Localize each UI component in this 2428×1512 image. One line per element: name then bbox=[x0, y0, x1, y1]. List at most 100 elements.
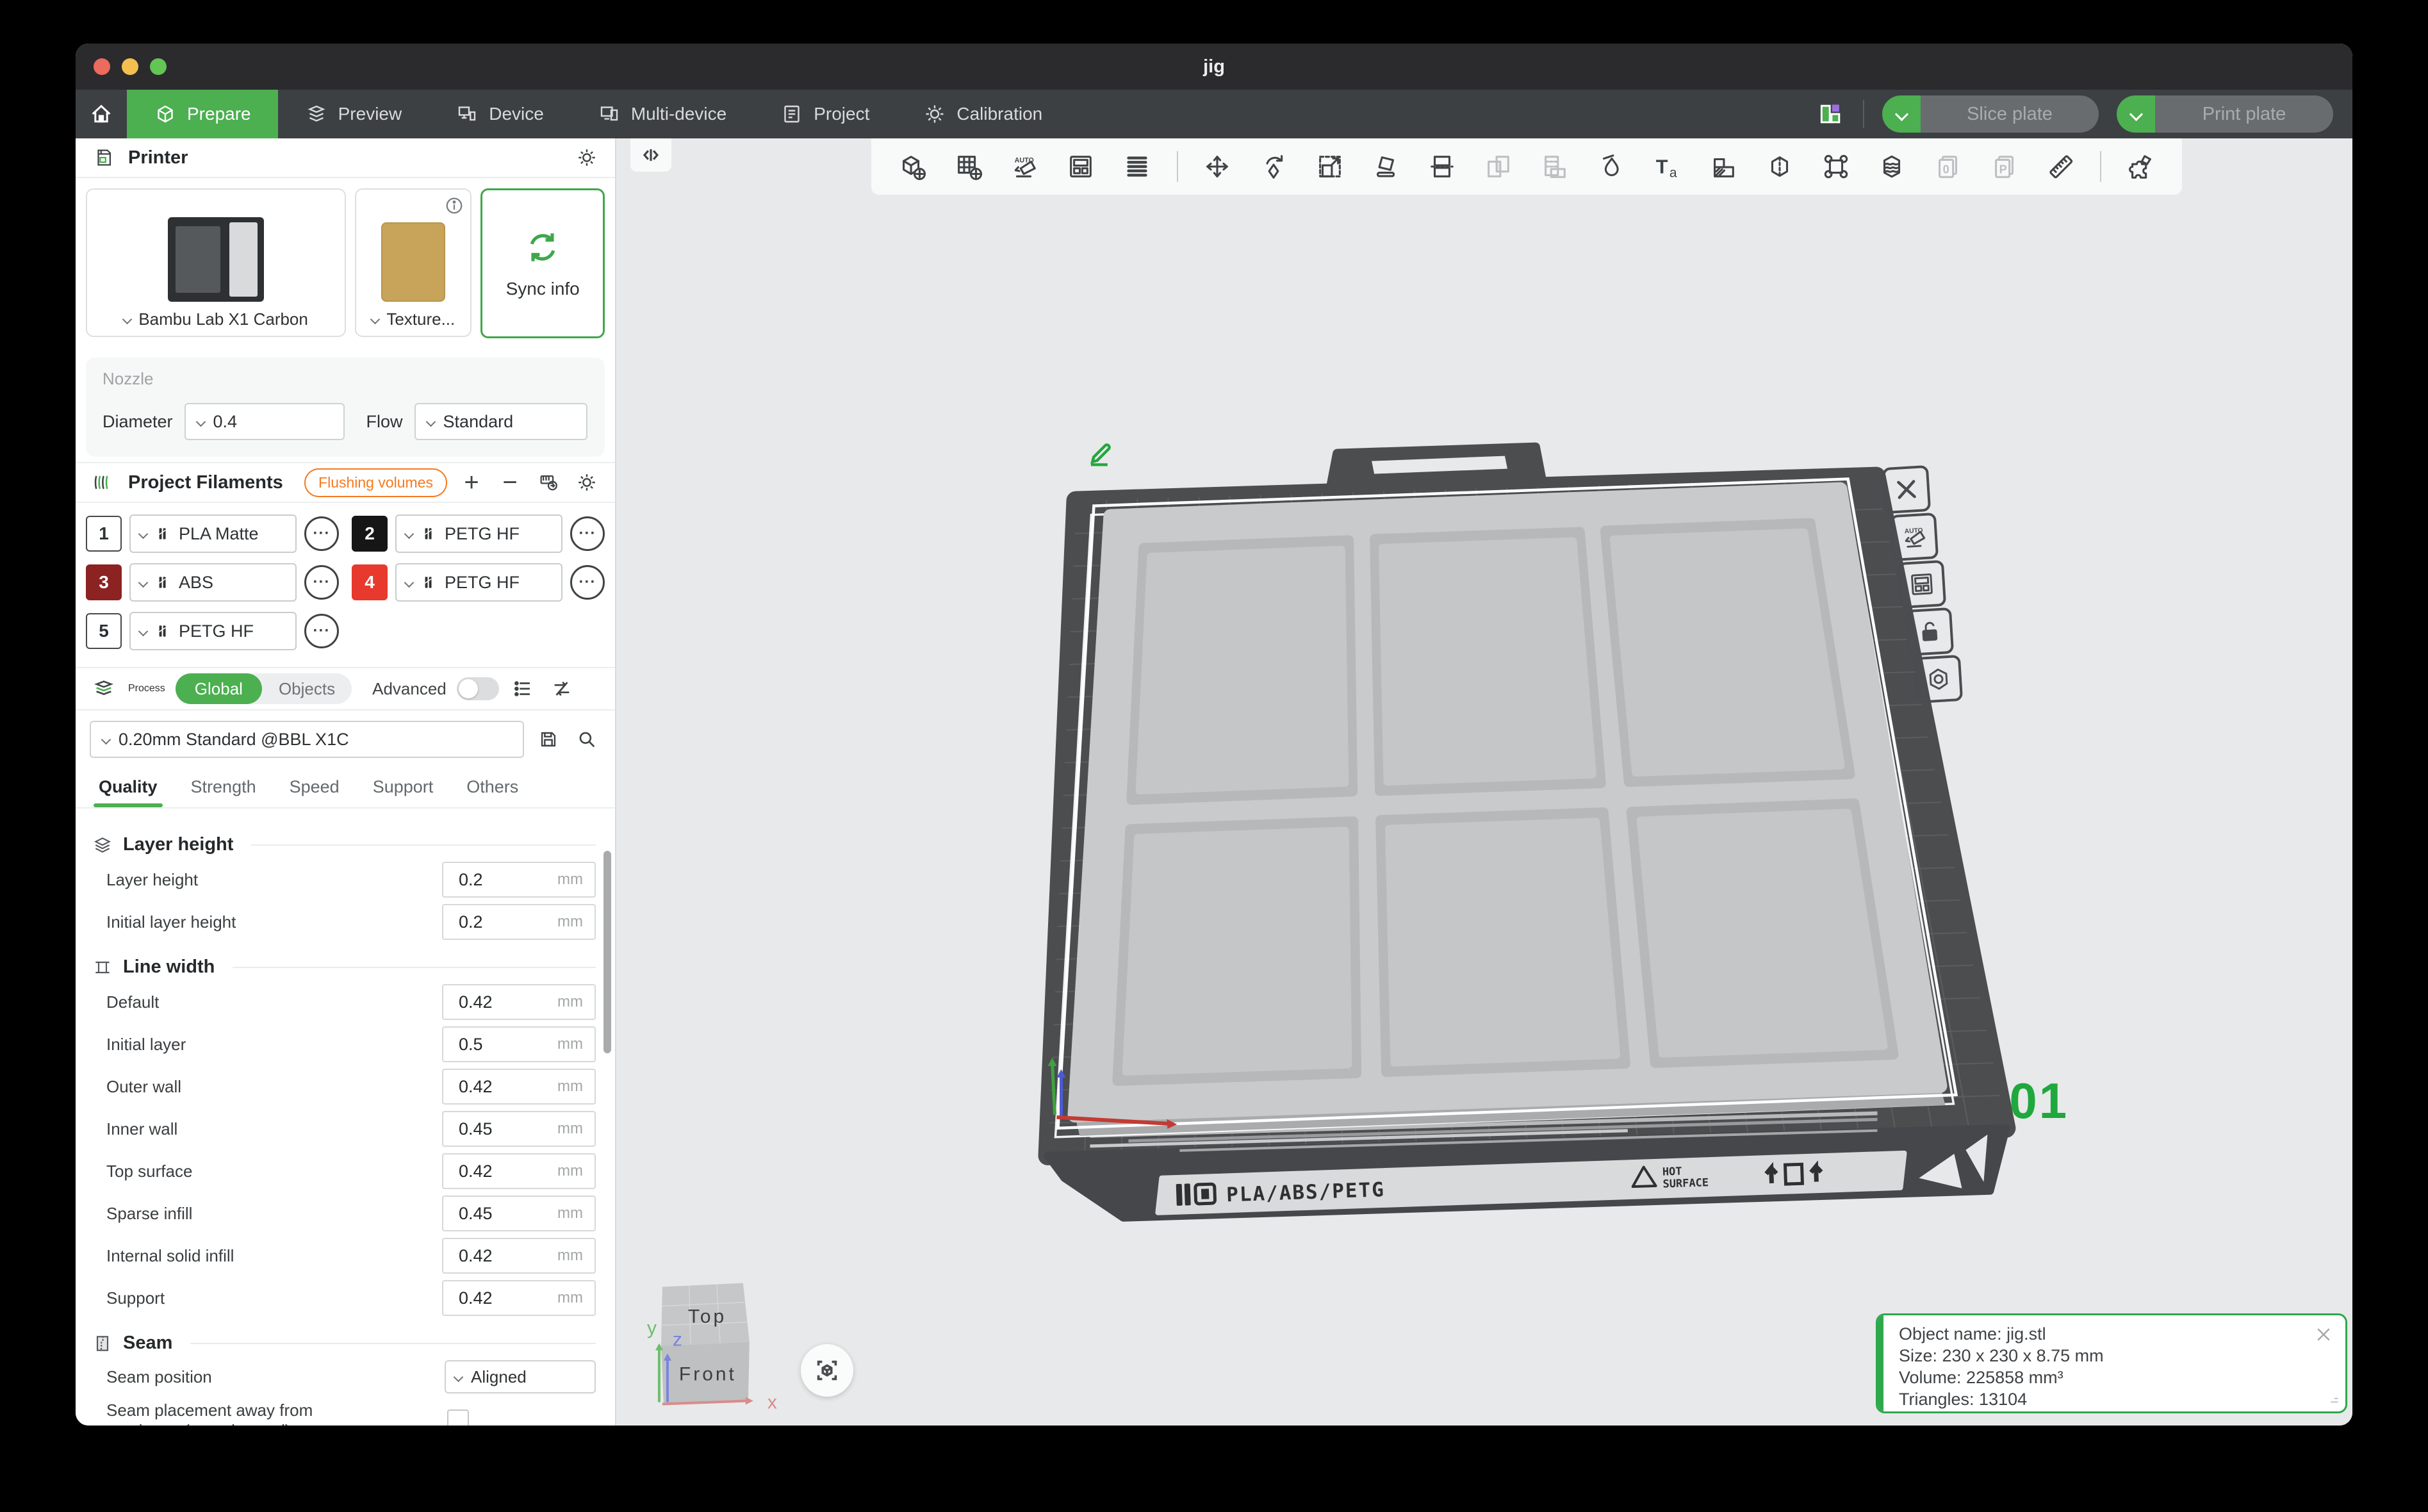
ams-sync-icon[interactable] bbox=[534, 468, 562, 497]
printer-card[interactable]: Bambu Lab X1 Carbon bbox=[86, 188, 346, 337]
move-tool-button[interactable] bbox=[1201, 150, 1234, 183]
remove-filament-button[interactable]: − bbox=[496, 468, 524, 497]
modifier-button[interactable] bbox=[1707, 150, 1740, 183]
advanced-toggle[interactable] bbox=[457, 677, 499, 700]
printer-settings-gear-icon[interactable] bbox=[573, 144, 601, 172]
print-plate-button[interactable]: Print plate bbox=[2117, 95, 2333, 133]
filament-select[interactable]: PETG HF bbox=[395, 514, 562, 553]
close-info-button[interactable] bbox=[2312, 1323, 2335, 1346]
print-dropdown[interactable] bbox=[2117, 95, 2155, 133]
cut-box-button[interactable] bbox=[1763, 150, 1796, 183]
slice-dropdown[interactable] bbox=[1882, 95, 1921, 133]
scope-objects[interactable]: Objects bbox=[262, 679, 352, 699]
filament-options-button[interactable]: ··· bbox=[304, 516, 339, 551]
setting-input[interactable]: 0.2mm bbox=[442, 904, 596, 940]
measure-button[interactable] bbox=[2044, 150, 2078, 183]
flushing-volumes-button[interactable]: Flushing volumes bbox=[304, 468, 447, 497]
minimize-window-button[interactable] bbox=[122, 58, 138, 75]
close-window-button[interactable] bbox=[94, 58, 110, 75]
home-button[interactable] bbox=[76, 90, 127, 138]
process-tab-quality[interactable]: Quality bbox=[82, 768, 174, 807]
add-object-button[interactable] bbox=[896, 150, 929, 183]
process-scope-toggle[interactable]: Global Objects bbox=[176, 673, 352, 704]
tab-multi-device[interactable]: Multi-device bbox=[571, 90, 753, 138]
scene-canvas[interactable]: PLA/ABS/PETGHOTSURFACE01TopFrontyzx bbox=[616, 138, 2352, 1426]
process-tab-others[interactable]: Others bbox=[450, 768, 535, 807]
setting-input[interactable]: 0.45mm bbox=[442, 1111, 596, 1147]
mesh-boolean-button bbox=[1482, 150, 1515, 183]
rotate-tool-button[interactable] bbox=[1257, 150, 1290, 183]
maximize-window-button[interactable] bbox=[150, 58, 167, 75]
setting-input[interactable]: 0.42mm bbox=[442, 1153, 596, 1189]
object-size-label: Size: 230 x 230 x 8.75 mm bbox=[1899, 1345, 2104, 1367]
filament-options-button[interactable]: ··· bbox=[570, 565, 605, 600]
filament-options-button[interactable]: ··· bbox=[570, 516, 605, 551]
scope-global[interactable]: Global bbox=[176, 673, 262, 704]
arrange-rows-button[interactable] bbox=[1120, 150, 1154, 183]
setting-select[interactable]: Aligned bbox=[445, 1360, 596, 1393]
support-painting-button[interactable] bbox=[1819, 150, 1853, 183]
save-preset-icon[interactable] bbox=[534, 725, 562, 753]
tab-project[interactable]: Project bbox=[753, 90, 896, 138]
sync-info-button[interactable]: Sync info bbox=[480, 188, 605, 338]
flatten-tool-button[interactable] bbox=[1370, 150, 1403, 183]
filament-select[interactable]: PETG HF bbox=[129, 612, 297, 650]
setting-input[interactable]: 0.42mm bbox=[442, 1069, 596, 1105]
setting-row-layer-height: Layer height0.2mm bbox=[106, 862, 596, 898]
tab-calibration[interactable]: Calibration bbox=[896, 90, 1069, 138]
color-painting-button[interactable] bbox=[1595, 150, 1628, 183]
assembly-view-button[interactable] bbox=[2124, 150, 2158, 183]
filament-select[interactable]: PETG HF bbox=[395, 563, 562, 602]
setting-checkbox[interactable] bbox=[447, 1409, 469, 1426]
lock-plate-button[interactable] bbox=[1905, 607, 1954, 656]
setting-input[interactable]: 0.42mm bbox=[442, 1238, 596, 1274]
arrange-plate-button[interactable] bbox=[1898, 560, 1946, 609]
setting-input[interactable]: 0.5mm bbox=[442, 1026, 596, 1062]
setting-input[interactable]: 0.42mm bbox=[442, 984, 596, 1020]
info-icon[interactable] bbox=[445, 196, 464, 218]
tab-device[interactable]: Device bbox=[429, 90, 571, 138]
scale-tool-button[interactable] bbox=[1313, 150, 1347, 183]
tab-prepare[interactable]: Prepare bbox=[127, 90, 278, 138]
filament-select[interactable]: ABS bbox=[129, 563, 297, 602]
panel-scrollbar[interactable] bbox=[603, 851, 611, 1053]
add-filament-button[interactable]: + bbox=[457, 468, 486, 497]
traffic-lights bbox=[94, 44, 167, 90]
process-tab-support[interactable]: Support bbox=[356, 768, 450, 807]
filament-select[interactable]: PLA Matte bbox=[129, 514, 297, 553]
delete-plate-button[interactable] bbox=[1882, 465, 1931, 514]
process-tab-speed[interactable]: Speed bbox=[273, 768, 356, 807]
setting-input[interactable]: 0.45mm bbox=[442, 1196, 596, 1231]
nozzle-diameter-select[interactable]: 0.4 bbox=[185, 403, 345, 440]
flow-select[interactable]: Standard bbox=[414, 403, 587, 440]
setting-input[interactable]: 0.2mm bbox=[442, 862, 596, 898]
filament-options-button[interactable]: ··· bbox=[304, 565, 339, 600]
resize-handle-icon[interactable] bbox=[2326, 1390, 2340, 1408]
filament-options-button[interactable]: ··· bbox=[304, 614, 339, 648]
plate-layout-icon[interactable] bbox=[1817, 100, 1845, 128]
search-preset-icon[interactable] bbox=[573, 725, 601, 753]
plate-settings-button[interactable] bbox=[1914, 655, 1963, 703]
titlebar: jig bbox=[76, 44, 2352, 90]
cut-tool-button[interactable] bbox=[1425, 150, 1459, 183]
edit-plate-name-button[interactable] bbox=[1081, 434, 1120, 473]
text-tool-button[interactable]: Ta bbox=[1650, 150, 1684, 183]
fuzzy-skin-button[interactable] bbox=[1875, 150, 1908, 183]
filament-settings-gear-icon[interactable] bbox=[573, 468, 601, 497]
viewport-3d[interactable]: PLA/ABS/PETGHOTSURFACE01TopFrontyzx AUTO… bbox=[616, 138, 2352, 1426]
compare-presets-icon[interactable] bbox=[548, 675, 576, 703]
fit-view-button[interactable] bbox=[801, 1344, 853, 1397]
model-jig[interactable] bbox=[1074, 489, 1945, 1136]
add-plate-button[interactable] bbox=[952, 150, 985, 183]
preset-select[interactable]: 0.20mm Standard @BBL X1C bbox=[90, 721, 524, 758]
slice-plate-button[interactable]: Slice plate bbox=[1882, 95, 2099, 133]
plate-type-card[interactable]: Texture... bbox=[355, 188, 472, 337]
arrange-button[interactable] bbox=[1064, 150, 1097, 183]
settings-list-icon[interactable] bbox=[509, 675, 537, 703]
auto-orient-button[interactable]: AUTO bbox=[1008, 150, 1041, 183]
setting-input[interactable]: 0.42mm bbox=[442, 1280, 596, 1316]
tab-preview[interactable]: Preview bbox=[278, 90, 429, 138]
process-tab-strength[interactable]: Strength bbox=[174, 768, 273, 807]
auto-orient-plate-button[interactable]: AUTO bbox=[1890, 513, 1939, 561]
collapse-panel-button[interactable] bbox=[630, 138, 671, 172]
